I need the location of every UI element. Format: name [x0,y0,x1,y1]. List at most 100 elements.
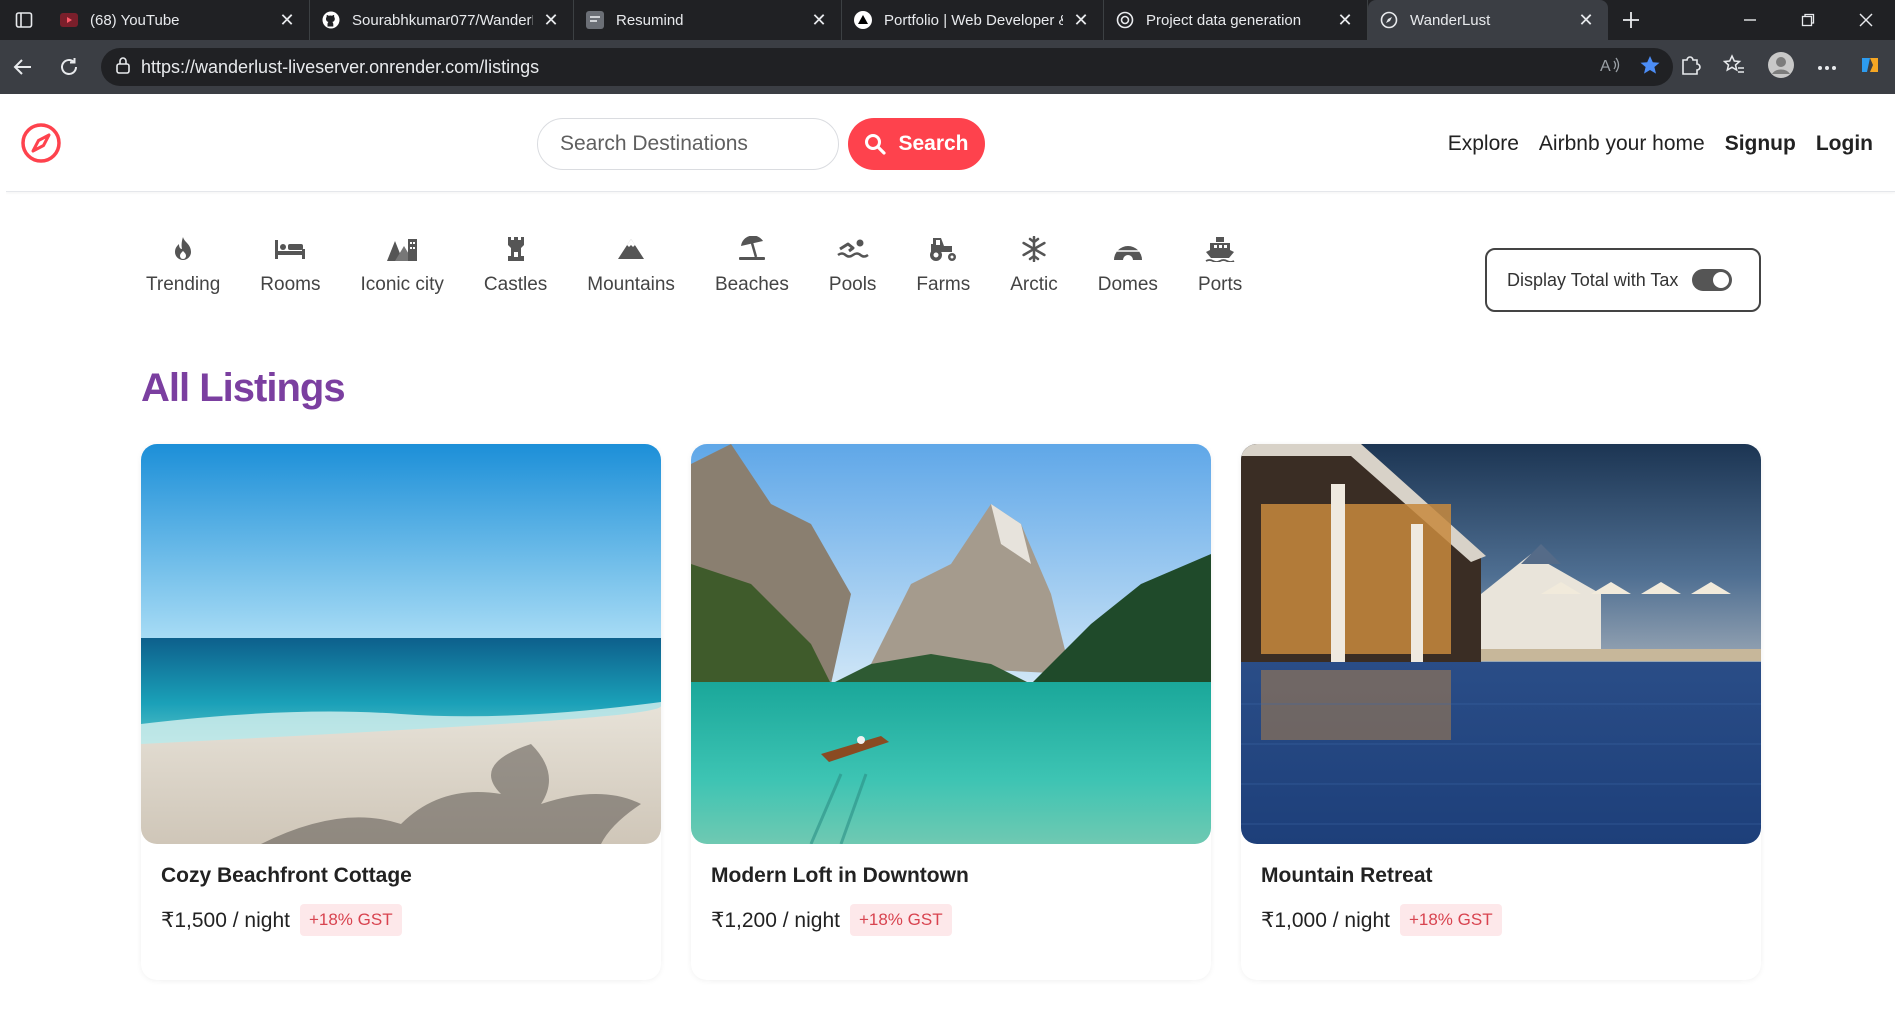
listing-card[interactable]: Modern Loft in Downtown ₹1,200 / night +… [691,444,1211,980]
listing-price-row: ₹1,000 / night +18% GST [1261,904,1502,936]
gst-badge: +18% GST [1399,904,1502,936]
filter-pools[interactable]: Pools [809,234,897,314]
tab-youtube[interactable]: (68) YouTube ✕ [48,0,310,40]
filter-castles[interactable]: Castles [464,234,567,314]
address-bar: https://wanderlust-liveserver.onrender.c… [0,40,1895,94]
tab-resumind[interactable]: Resumind ✕ [574,0,842,40]
filter-label: Pools [828,274,877,295]
filter-label: Castles [483,274,548,295]
back-arrow-icon[interactable] [0,40,46,94]
reload-icon[interactable] [46,40,92,94]
close-tab-icon[interactable]: ✕ [541,10,561,31]
nav-host-link[interactable]: Airbnb your home [1539,132,1705,156]
filter-label: Ports [1197,274,1243,295]
tab-wanderlust[interactable]: WanderLust ✕ [1368,0,1608,40]
tax-toggle-label: Display Total with Tax [1507,269,1679,290]
tax-toggle[interactable]: Display Total with Tax [1485,248,1761,312]
minimize-icon[interactable] [1721,0,1779,40]
nav-explore-link[interactable]: Explore [1448,132,1519,156]
favorite-star-icon[interactable] [1639,54,1661,81]
compass-icon [1380,11,1398,29]
filter-mountains[interactable]: Mountains [567,234,695,314]
lock-icon[interactable] [115,56,131,79]
filter-farms[interactable]: Farms [896,234,990,314]
ship-icon [1205,234,1235,264]
omnibox[interactable]: https://wanderlust-liveserver.onrender.c… [101,48,1673,86]
read-aloud-icon[interactable]: A [1599,55,1621,80]
site-navbar: Search Explore Airbnb your home Signup L… [6,94,1895,192]
close-tab-icon[interactable]: ✕ [1071,10,1091,31]
close-window-icon[interactable] [1837,0,1895,40]
extensions-icon[interactable] [1679,54,1701,81]
filter-rooms[interactable]: Rooms [240,234,340,314]
tab-title: Resumind [616,11,684,29]
category-filters: Trending Rooms Iconic city Castles Mount… [126,234,1262,314]
filter-label: Beaches [714,274,789,295]
listing-image-resort[interactable] [1241,444,1761,844]
page-viewport: Search Explore Airbnb your home Signup L… [6,94,1895,1010]
nav-signup-link[interactable]: Signup [1725,132,1796,156]
nav-login-link[interactable]: Login [1816,132,1873,156]
filter-trending[interactable]: Trending [126,234,240,314]
close-tab-icon[interactable]: ✕ [1335,10,1355,31]
tab-title: WanderLust [1410,11,1491,29]
new-tab-button[interactable] [1608,0,1654,40]
listing-price: ₹1,500 / night [161,908,290,932]
gst-badge: +18% GST [299,904,402,936]
triangle-logo-icon [854,11,872,29]
filter-arctic[interactable]: Arctic [990,234,1078,314]
filter-label: Mountains [587,274,675,295]
openai-icon [1116,11,1134,29]
city-icon [386,234,418,264]
copilot-icon[interactable] [1859,54,1881,81]
listing-image-beach[interactable] [141,444,661,844]
tab-github[interactable]: Sourabhkumar077/WanderLust ✕ [310,0,574,40]
igloo-icon [1113,234,1143,264]
nav-links: Explore Airbnb your home Signup Login [1448,118,1873,170]
filter-beaches[interactable]: Beaches [695,234,809,314]
tab-title: Project data generation [1146,11,1302,29]
search-input[interactable] [537,118,839,170]
mountain-icon [617,234,645,264]
more-options-icon[interactable] [1817,58,1837,76]
filter-ports[interactable]: Ports [1178,234,1262,314]
filter-label: Rooms [260,274,321,295]
sidebar-toggle-icon[interactable] [0,0,48,40]
listing-price: ₹1,200 / night [711,908,840,932]
search-icon [865,134,887,155]
bed-icon [274,234,306,264]
tab-title: (68) YouTube [90,11,180,29]
close-tab-icon[interactable]: ✕ [1576,10,1596,31]
restore-icon[interactable] [1779,0,1837,40]
tab-project-data[interactable]: Project data generation ✕ [1104,0,1368,40]
close-tab-icon[interactable]: ✕ [809,10,829,31]
listing-title[interactable]: Cozy Beachfront Cottage [161,864,412,888]
filter-label: Iconic city [360,274,444,295]
listing-price-row: ₹1,200 / night +18% GST [711,904,952,936]
browser-tab-bar: (68) YouTube ✕ Sourabhkumar077/WanderLus… [0,0,1895,40]
close-tab-icon[interactable]: ✕ [277,10,297,31]
window-controls [1721,0,1895,40]
listing-title[interactable]: Mountain Retreat [1261,864,1433,888]
fire-icon [172,234,194,264]
filter-label: Farms [916,274,971,295]
resumind-icon [586,11,604,29]
profile-avatar-icon[interactable] [1767,51,1795,84]
gst-badge: +18% GST [849,904,952,936]
filter-domes[interactable]: Domes [1078,234,1178,314]
favorites-icon[interactable] [1722,53,1745,81]
filter-label: Domes [1097,274,1158,295]
url-text[interactable]: https://wanderlust-liveserver.onrender.c… [141,57,539,78]
youtube-icon [60,11,78,29]
listing-image-lake[interactable] [691,444,1211,844]
compass-logo-icon[interactable] [20,122,62,164]
listing-card[interactable]: Cozy Beachfront Cottage ₹1,500 / night +… [141,444,661,980]
search-button[interactable]: Search [848,118,985,170]
filter-iconic-city[interactable]: Iconic city [340,234,463,314]
listing-card[interactable]: Mountain Retreat ₹1,000 / night +18% GST [1241,444,1761,980]
tab-portfolio[interactable]: Portfolio | Web Developer & Designer ✕ [842,0,1104,40]
page-title: All Listings [141,366,346,410]
svg-text:A: A [1600,58,1611,75]
tax-switch[interactable] [1692,269,1733,291]
listing-title[interactable]: Modern Loft in Downtown [711,864,969,888]
